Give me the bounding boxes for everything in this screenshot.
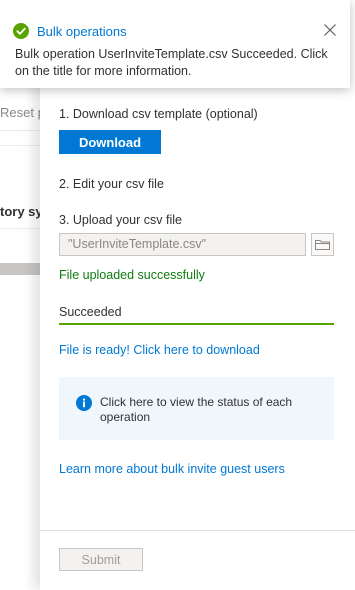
- notification-title-link[interactable]: Bulk operations: [37, 24, 127, 39]
- step3-label: 3. Upload your csv file: [59, 213, 182, 227]
- notification-message: Bulk operation UserInviteTemplate.csv Su…: [15, 47, 328, 78]
- csv-file-input[interactable]: "UserInviteTemplate.csv": [59, 233, 306, 256]
- submit-button[interactable]: Submit: [59, 548, 143, 571]
- background-divider: [0, 130, 40, 131]
- step1-label: 1. Download csv template (optional): [59, 107, 258, 121]
- learn-more-link[interactable]: Learn more about bulk invite guest users: [59, 462, 285, 476]
- close-icon[interactable]: [322, 22, 338, 38]
- background-divider: [0, 145, 40, 146]
- background-column-header: tory sy: [0, 204, 43, 219]
- bulk-invite-panel: [40, 0, 355, 590]
- step2-label: 2. Edit your csv file: [59, 177, 164, 191]
- operation-progress-bar: [59, 323, 334, 325]
- notification-toast: Bulk operations Bulk operation UserInvit…: [0, 0, 350, 88]
- folder-icon: [315, 240, 330, 250]
- info-icon: [76, 395, 92, 411]
- download-button[interactable]: Download: [59, 130, 161, 154]
- upload-success-message: File uploaded successfully: [59, 268, 205, 282]
- operation-status-label: Succeeded: [59, 305, 122, 319]
- file-ready-download-link[interactable]: File is ready! Click here to download: [59, 343, 260, 357]
- background-divider: [0, 228, 40, 229]
- background-reset-text: Reset p: [0, 105, 45, 120]
- success-check-icon: [13, 23, 29, 39]
- background-horizontal-scrollbar[interactable]: [0, 263, 40, 275]
- background-page: Reset p tory sy: [0, 0, 45, 590]
- info-box-text: Click here to view the status of each op…: [100, 395, 293, 424]
- operation-status-info-box[interactable]: Click here to view the status of each op…: [59, 377, 334, 440]
- browse-file-button[interactable]: [311, 233, 334, 256]
- footer-divider: [40, 530, 355, 531]
